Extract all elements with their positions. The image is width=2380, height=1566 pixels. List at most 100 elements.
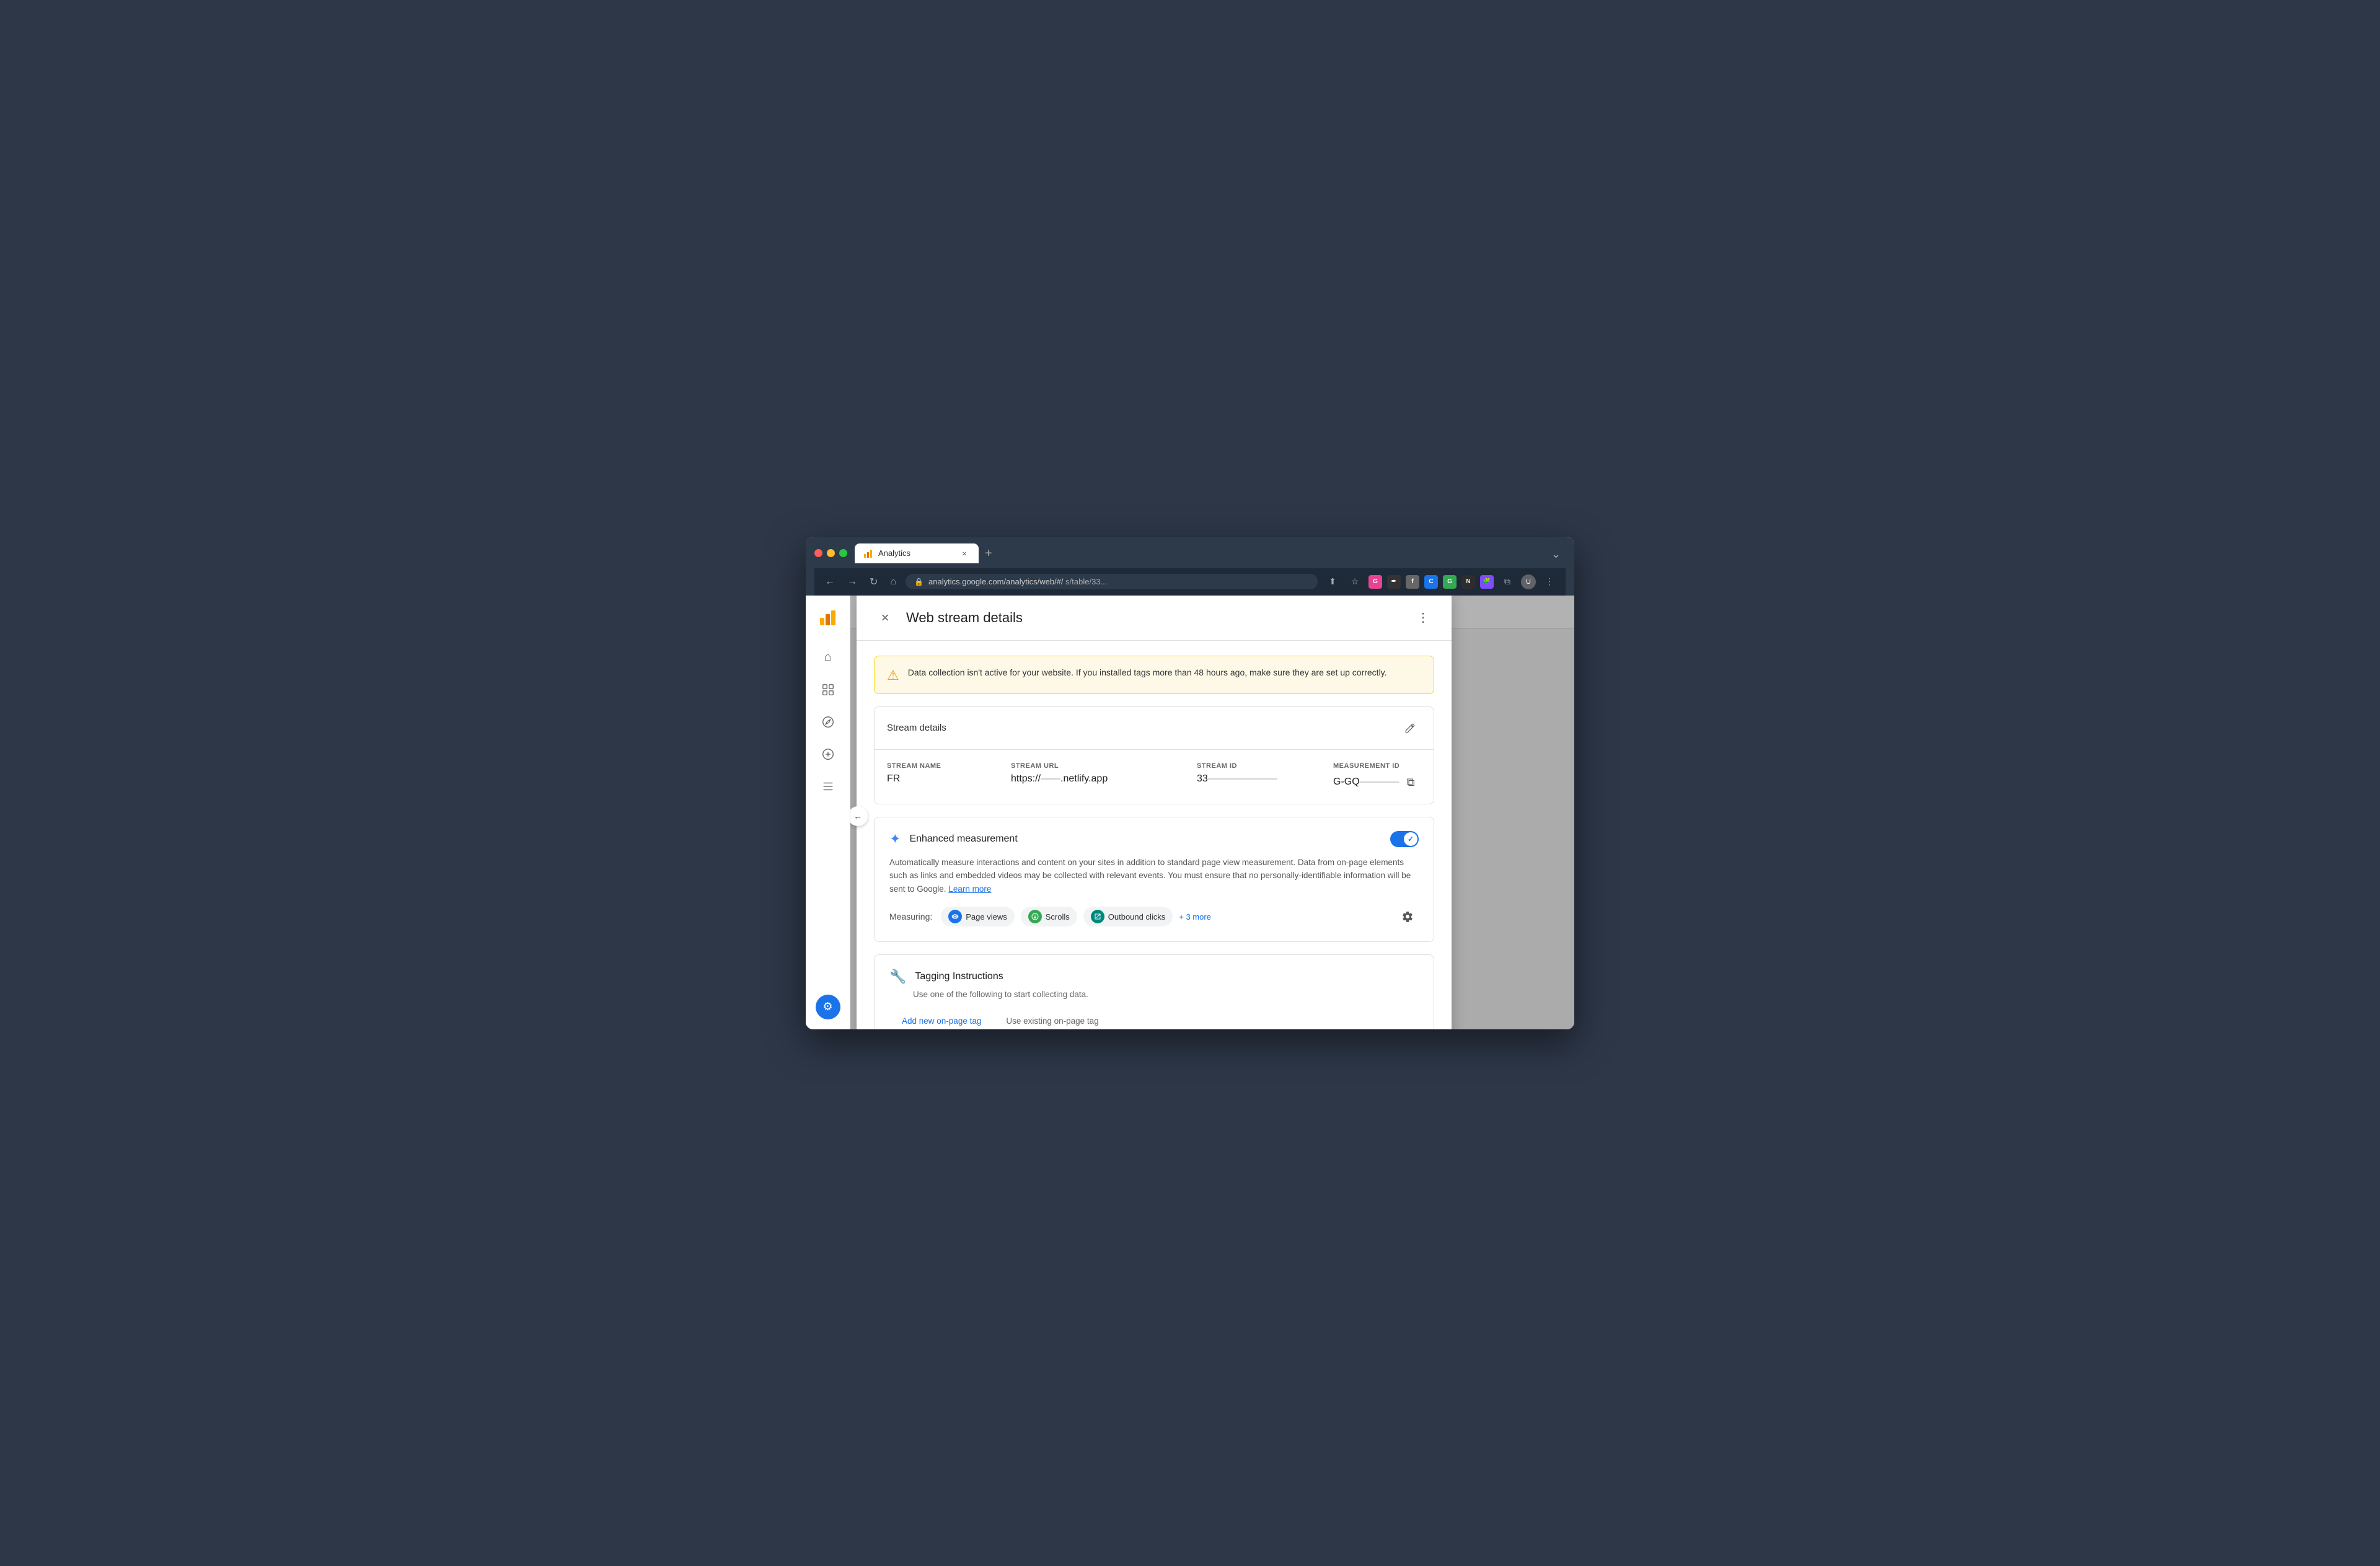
toggle-check-icon: ✓ (1408, 835, 1414, 843)
tab-menu-button[interactable]: ⌄ (1546, 545, 1566, 563)
url-suffix: s/table/33... (1065, 577, 1107, 586)
modal-panel: × Web stream details ⋮ ⚠ Data collection… (857, 596, 1452, 1029)
stream-details-title: Stream details (887, 723, 946, 733)
sidebar-item-advertising[interactable] (813, 739, 843, 769)
measurement-id-label: MEASUREMENT ID (1333, 762, 1421, 770)
tab-use-existing-tag[interactable]: Use existing on-page tag (994, 1010, 1111, 1029)
copy-button[interactable]: ⧉ (1404, 773, 1417, 791)
page-views-icon (948, 910, 962, 923)
scrolls-label: Scrolls (1046, 912, 1070, 922)
measurement-id-value-container: G-GQ———— ⧉ (1333, 773, 1421, 791)
outbound-icon (1094, 913, 1101, 920)
app-container: ⌂ (806, 596, 1574, 1029)
back-nav-button[interactable]: ← (822, 575, 838, 589)
stream-details-card: Stream details (874, 706, 1434, 804)
refresh-nav-button[interactable]: ↻ (866, 574, 881, 589)
main-content: Analytics AD ← × Web stream details (850, 596, 1574, 1029)
measurement-id-field: MEASUREMENT ID G-GQ———— ⧉ (1333, 762, 1421, 791)
extension-icon-3[interactable]: f (1406, 575, 1419, 589)
tab-title: Analytics (878, 548, 910, 558)
close-traffic-light[interactable] (814, 549, 822, 557)
tagging-tabs: Add new on-page tag Use existing on-page… (889, 1010, 1419, 1029)
maximize-traffic-light[interactable] (839, 549, 847, 557)
page-views-label: Page views (966, 912, 1007, 922)
settings-button[interactable]: ⚙ (816, 995, 840, 1019)
tab-close-button[interactable]: × (959, 548, 970, 559)
modal-close-button[interactable]: × (874, 607, 896, 629)
tagging-instructions-card: 🔧 Tagging Instructions Use one of the fo… (874, 954, 1434, 1029)
back-button[interactable]: ← (850, 806, 868, 826)
sidebar-item-configure[interactable] (813, 772, 843, 801)
new-tab-button[interactable]: + (979, 544, 998, 563)
wrench-icon: 🔧 (889, 969, 906, 985)
browser-controls: Analytics × + ⌄ (814, 543, 1566, 563)
modal-menu-button[interactable]: ⋮ (1412, 607, 1434, 629)
advertising-icon (821, 747, 835, 761)
stream-fields: STREAM NAME FR STREAM URL https://——.net… (887, 762, 1421, 791)
outbound-clicks-chip[interactable]: Outbound clicks (1083, 907, 1173, 926)
extension-icon-4[interactable]: C (1424, 575, 1438, 589)
stream-url-label: STREAM URL (1011, 762, 1184, 770)
split-view-button[interactable]: ⧉ (1499, 573, 1516, 591)
enhanced-measurement-description: Automatically measure interactions and c… (889, 856, 1419, 896)
stream-url-value: https://——.netlify.app (1011, 773, 1184, 785)
traffic-lights (814, 549, 847, 557)
profile-button[interactable]: U (1521, 574, 1536, 589)
more-events-link[interactable]: + 3 more (1179, 912, 1211, 922)
share-button[interactable]: ⬆ (1324, 573, 1341, 591)
stream-id-label: STREAM ID (1197, 762, 1321, 770)
scrolls-chip[interactable]: Scrolls (1021, 907, 1077, 926)
extension-icon-6[interactable]: N (1461, 575, 1475, 589)
extension-icon-2[interactable]: ✒ (1387, 575, 1401, 589)
sidebar: ⌂ (806, 596, 850, 1029)
extension-icon-7[interactable]: 🧩 (1480, 575, 1494, 589)
extension-icon-1[interactable]: G (1368, 575, 1382, 589)
extension-icon-5[interactable]: G (1443, 575, 1457, 589)
tab-favicon-icon (863, 548, 873, 558)
bookmark-button[interactable]: ☆ (1346, 573, 1364, 591)
stream-id-field: STREAM ID 33——————— (1197, 762, 1321, 785)
tagging-description: Use one of the following to start collec… (913, 990, 1419, 999)
eye-icon (951, 913, 959, 920)
stream-details-edit-button[interactable] (1399, 717, 1421, 739)
forward-nav-button[interactable]: → (844, 575, 860, 589)
url-text: analytics.google.com/analytics/web/#/ s/… (928, 577, 1107, 586)
stream-name-label: STREAM NAME (887, 762, 998, 770)
tab-add-new-tag[interactable]: Add new on-page tag (889, 1010, 994, 1029)
modal-title: Web stream details (906, 610, 1402, 626)
toggle-track: ✓ (1390, 831, 1419, 847)
active-tab[interactable]: Analytics × (855, 543, 979, 563)
sidebar-nav: ⌂ (813, 638, 843, 995)
enhanced-measurement-settings-button[interactable] (1396, 905, 1419, 928)
modal-overlay: ← × Web stream details ⋮ ⚠ (850, 596, 1574, 1029)
sidebar-item-home[interactable]: ⌂ (813, 643, 843, 672)
tagging-instructions-title: Tagging Instructions (915, 971, 1003, 982)
scroll-icon (1031, 913, 1039, 920)
browser-titlebar: Analytics × + ⌄ ← → ↻ ⌂ 🔒 analytics.goog… (806, 537, 1574, 596)
enhanced-measurement-toggle[interactable]: ✓ (1390, 831, 1419, 847)
sidebar-item-reports[interactable] (813, 675, 843, 705)
learn-more-link[interactable]: Learn more (948, 884, 991, 894)
minimize-traffic-light[interactable] (827, 549, 835, 557)
browser-actions: ⬆ ☆ G ✒ f C G N 🧩 ⧉ U ⋮ (1324, 573, 1558, 591)
modal-header: × Web stream details ⋮ (857, 596, 1452, 641)
measuring-row: Measuring: Page views (889, 905, 1419, 928)
warning-banner: ⚠ Data collection isn't active for your … (874, 656, 1434, 694)
measurement-id-value: G-GQ———— (1333, 776, 1399, 788)
stream-details-card-body: STREAM NAME FR STREAM URL https://——.net… (875, 750, 1434, 804)
home-nav-button[interactable]: ⌂ (887, 575, 899, 589)
reports-icon (821, 683, 835, 697)
page-views-chip[interactable]: Page views (941, 907, 1014, 926)
url-prefix: analytics.google.com/analytics/web/#/ (928, 577, 1064, 586)
lock-icon: 🔒 (914, 578, 923, 586)
enhanced-measurement-card: ✦ Enhanced measurement ✓ (874, 817, 1434, 943)
sidebar-logo (806, 596, 850, 638)
gear-icon (1401, 910, 1414, 923)
url-input[interactable]: 🔒 analytics.google.com/analytics/web/#/ … (906, 574, 1318, 589)
stream-name-field: STREAM NAME FR (887, 762, 998, 785)
more-button[interactable]: ⋮ (1541, 573, 1558, 591)
stream-details-card-header: Stream details (875, 707, 1434, 750)
explore-icon (821, 715, 835, 729)
logo-bar-3 (831, 610, 835, 625)
sidebar-item-explore[interactable] (813, 707, 843, 737)
